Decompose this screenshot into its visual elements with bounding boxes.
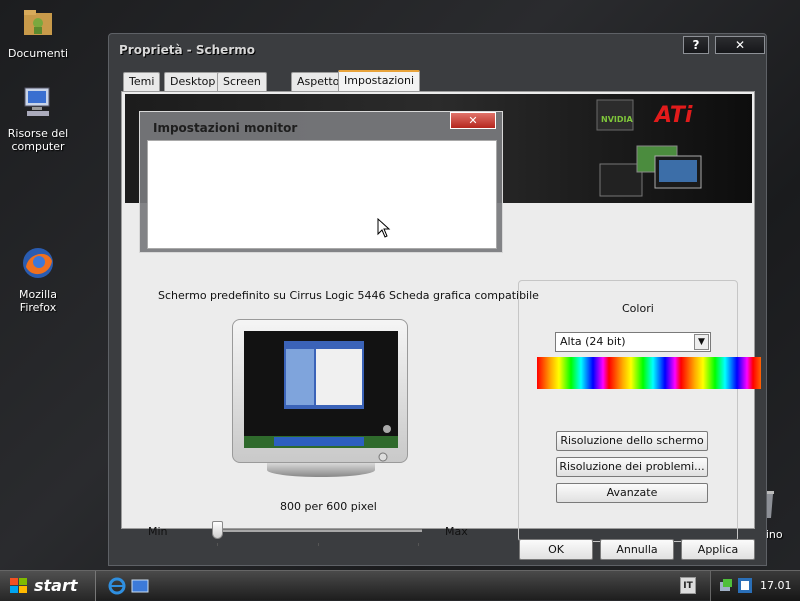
apply-button[interactable]: Applica bbox=[681, 539, 755, 560]
monitor-settings-dialog: Impostazioni monitor ✕ bbox=[139, 111, 503, 253]
slider-max-label: Max bbox=[445, 525, 468, 538]
screen-resolution-button[interactable]: Risoluzione dello schermo bbox=[556, 431, 708, 451]
color-spectrum-preview bbox=[537, 357, 761, 389]
ok-button[interactable]: OK bbox=[519, 539, 593, 560]
firefox-icon bbox=[23, 248, 53, 278]
cancel-button[interactable]: Annulla bbox=[600, 539, 674, 560]
monitor-dialog-title[interactable]: Impostazioni monitor bbox=[153, 121, 297, 135]
tab-screen-saver[interactable]: Screen saver bbox=[217, 72, 267, 101]
desktop-icon-label: Documenti bbox=[7, 47, 69, 60]
network-icon[interactable] bbox=[719, 578, 733, 594]
tab-desktop[interactable]: Desktop bbox=[164, 72, 222, 92]
tab-settings[interactable]: Impostazioni bbox=[338, 70, 421, 93]
slider-min-label: Min bbox=[148, 525, 168, 538]
tab-themes[interactable]: Temi bbox=[123, 72, 161, 92]
nvidia-logo: NVIDIA bbox=[601, 115, 633, 124]
power-button-icon bbox=[378, 452, 388, 462]
desktop-icon-documents[interactable]: Documenti bbox=[0, 4, 76, 60]
internet-explorer-icon[interactable] bbox=[108, 577, 126, 595]
mouse-cursor-icon bbox=[377, 218, 391, 238]
language-indicator[interactable]: IT bbox=[680, 577, 696, 594]
windows-logo-icon bbox=[10, 578, 27, 593]
desktop-preview-graphic bbox=[244, 331, 398, 448]
computer-icon bbox=[24, 87, 50, 116]
resolution-slider-thumb[interactable] bbox=[212, 521, 223, 539]
show-desktop-icon[interactable] bbox=[131, 577, 149, 595]
system-tray: 17.01 bbox=[710, 571, 800, 601]
status-monitor-icon[interactable] bbox=[737, 577, 753, 594]
close-button[interactable]: ✕ bbox=[715, 36, 765, 54]
start-button[interactable]: start bbox=[0, 571, 96, 601]
window-title: Proprietà - Schermo bbox=[119, 43, 255, 57]
colors-label: Colori bbox=[622, 302, 654, 315]
help-button[interactable]: ? bbox=[683, 36, 709, 54]
desktop-icon-label: Mozilla Firefox bbox=[19, 288, 57, 314]
desktop-icon-firefox[interactable]: Mozilla Firefox bbox=[0, 245, 76, 314]
display-device-description: Schermo predefinito su Cirrus Logic 5446… bbox=[158, 289, 539, 302]
slider-tick bbox=[418, 543, 419, 546]
color-quality-select[interactable]: Alta (24 bit) ▼ bbox=[555, 332, 711, 352]
ati-logo: ATi bbox=[653, 103, 693, 128]
troubleshoot-button[interactable]: Risoluzione dei problemi... bbox=[556, 457, 708, 477]
desktop-icon-my-computer[interactable]: Risorse del computer bbox=[0, 84, 76, 153]
slider-tick bbox=[217, 543, 218, 546]
resolution-slider-track[interactable] bbox=[212, 529, 422, 532]
taskbar: start IT 17.01 bbox=[0, 570, 800, 601]
monitor-screen-preview bbox=[244, 331, 398, 448]
advanced-button[interactable]: Avanzate bbox=[556, 483, 708, 503]
start-label: start bbox=[34, 576, 78, 595]
clock: 17.01 bbox=[760, 579, 792, 592]
monitor-preview bbox=[232, 319, 408, 463]
color-quality-value: Alta (24 bit) bbox=[560, 335, 626, 348]
chevron-down-icon[interactable]: ▼ bbox=[694, 334, 709, 350]
slider-tick bbox=[318, 543, 319, 546]
colors-group: Colori Alta (24 bit) ▼ Risoluzione dello… bbox=[518, 280, 761, 542]
folder-icon bbox=[24, 10, 52, 35]
monitor-dialog-content bbox=[147, 140, 497, 249]
titlebar[interactable]: Proprietà - Schermo ? ✕ bbox=[109, 34, 766, 64]
monitor-stand bbox=[267, 463, 375, 477]
desktop-icon-label: Risorse del computer bbox=[7, 127, 69, 153]
resolution-value: 800 per 600 pixel bbox=[280, 500, 377, 513]
monitor-dialog-close-button[interactable]: ✕ bbox=[450, 112, 496, 129]
